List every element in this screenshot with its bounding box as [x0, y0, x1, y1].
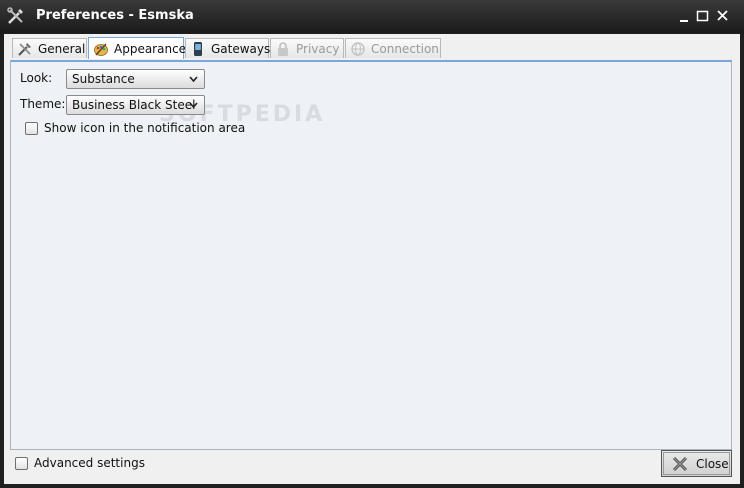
- window-title: Preferences - Esmska: [36, 8, 194, 23]
- minimize-icon[interactable]: [677, 8, 693, 24]
- notification-checkbox[interactable]: [25, 121, 38, 135]
- phone-icon: [194, 41, 202, 56]
- close-icon: [672, 456, 688, 471]
- globe-icon: [351, 41, 365, 56]
- tab-appearance-label: Appearance: [114, 41, 187, 56]
- maximize-icon[interactable]: [695, 8, 711, 24]
- advanced-settings-checkbox[interactable]: [15, 456, 28, 470]
- preferences-window: Preferences - Esmska General Appearance …: [0, 0, 744, 488]
- appearance-panel: SOFTPEDIA Look: Substance Theme: Busines…: [10, 60, 732, 450]
- notification-option[interactable]: Show icon in the notification area: [25, 121, 245, 135]
- look-label: Look:: [20, 71, 53, 85]
- tab-connection-label: Connection: [371, 41, 439, 56]
- theme-select-value: Business Black Steel: [72, 98, 196, 112]
- close-icon[interactable]: [715, 8, 731, 24]
- tab-general-label: General: [38, 41, 86, 56]
- lock-icon: [278, 41, 288, 56]
- theme-label: Theme:: [20, 97, 66, 111]
- tab-general[interactable]: General: [12, 38, 87, 58]
- tab-privacy[interactable]: Privacy: [270, 38, 344, 58]
- tab-gateways-label: Gateways: [211, 41, 271, 56]
- theme-select[interactable]: Business Black Steel: [66, 95, 205, 115]
- tools-icon: [7, 7, 23, 24]
- look-select[interactable]: Substance: [66, 69, 205, 89]
- close-button[interactable]: Close: [661, 450, 732, 477]
- chevron-down-icon: [189, 102, 198, 109]
- chevron-down-icon: [189, 76, 198, 83]
- advanced-settings-label: Advanced settings: [34, 456, 145, 470]
- tab-connection[interactable]: Connection: [345, 38, 441, 58]
- close-button-label: Close: [696, 456, 729, 471]
- notification-label: Show icon in the notification area: [44, 121, 246, 135]
- look-select-value: Substance: [72, 72, 135, 86]
- advanced-settings-option[interactable]: Advanced settings: [15, 456, 145, 470]
- title-bar[interactable]: Preferences - Esmska: [0, 0, 744, 33]
- tab-appearance[interactable]: Appearance: [88, 37, 187, 59]
- tab-privacy-label: Privacy: [296, 41, 340, 56]
- palette-icon: [94, 42, 108, 56]
- tools-icon: [18, 42, 31, 56]
- tab-gateways[interactable]: Gateways: [185, 38, 271, 58]
- dialog-body: General Appearance Gateways Privacy Conn…: [4, 34, 740, 484]
